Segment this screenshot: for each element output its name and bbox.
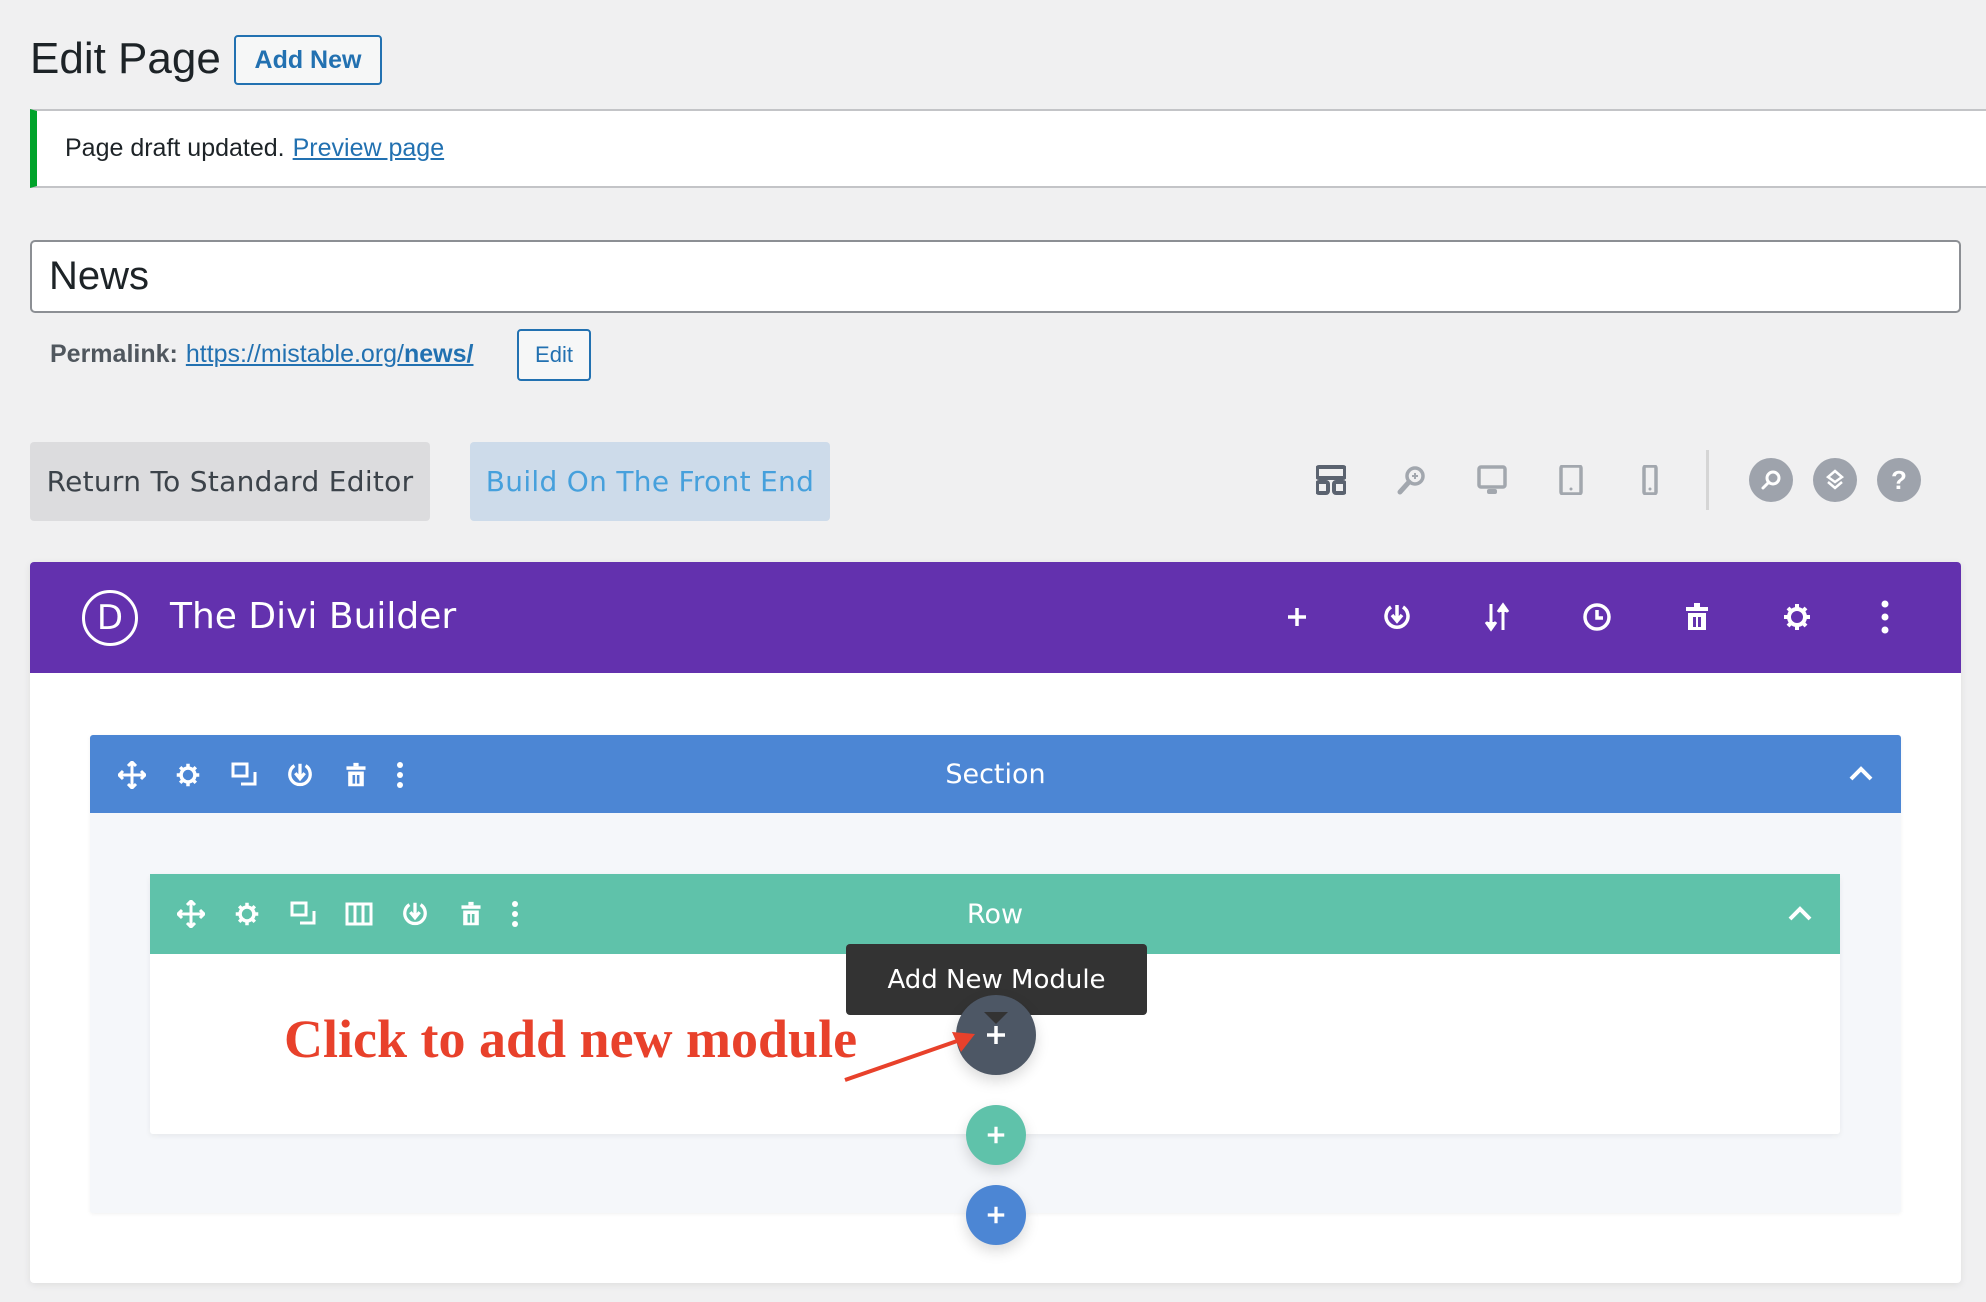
toolbar-divider <box>1706 450 1709 510</box>
edit-permalink-button[interactable]: Edit <box>517 329 591 381</box>
layers-icon[interactable] <box>1813 458 1857 502</box>
duplicate-icon[interactable] <box>227 758 261 792</box>
move-icon[interactable] <box>174 897 208 931</box>
search-icon[interactable] <box>1749 458 1793 502</box>
layout-icon[interactable] <box>1311 460 1351 500</box>
tablet-icon[interactable] <box>1551 460 1591 500</box>
add-row-button[interactable] <box>966 1105 1026 1165</box>
duplicate-icon[interactable] <box>286 897 320 931</box>
annotation-text: Click to add new module <box>284 1009 858 1069</box>
trash-icon[interactable] <box>454 897 488 931</box>
preview-page-link[interactable]: Preview page <box>293 134 444 163</box>
zoom-icon[interactable] <box>1391 460 1431 500</box>
plus-icon[interactable] <box>1277 597 1317 637</box>
divi-logo: D <box>82 590 138 646</box>
load-icon[interactable] <box>1377 597 1417 637</box>
more-icon[interactable] <box>510 897 520 931</box>
annotation-arrow <box>844 1032 975 1082</box>
build-front-end-button[interactable]: Build On The Front End <box>470 442 830 521</box>
more-icon[interactable] <box>395 758 405 792</box>
add-section-button[interactable] <box>966 1185 1026 1245</box>
gear-icon[interactable] <box>230 897 264 931</box>
collapse-section-chevron-icon[interactable] <box>1844 757 1878 791</box>
trash-icon[interactable] <box>1677 597 1717 637</box>
gear-icon[interactable] <box>171 758 205 792</box>
gear-icon[interactable] <box>1777 597 1817 637</box>
add-new-button[interactable]: Add New <box>234 35 382 85</box>
history-icon[interactable] <box>1577 597 1617 637</box>
help-icon[interactable]: ? <box>1877 458 1921 502</box>
desktop-icon[interactable] <box>1472 460 1512 500</box>
permalink: Permalink: https://mistable.org/news/ <box>50 340 473 369</box>
trash-icon[interactable] <box>339 758 373 792</box>
row-toolbar <box>174 897 520 931</box>
save-icon[interactable] <box>283 758 317 792</box>
divi-builder-title: The Divi Builder <box>170 596 457 637</box>
return-standard-editor-button[interactable]: Return To Standard Editor <box>30 442 430 521</box>
more-icon[interactable] <box>1865 597 1905 637</box>
collapse-row-chevron-icon[interactable] <box>1783 897 1817 931</box>
save-icon[interactable] <box>398 897 432 931</box>
section-toolbar <box>115 758 405 792</box>
notice-text: Page draft updated. <box>65 134 285 162</box>
page-title: Edit Page <box>30 34 221 83</box>
sort-icon[interactable] <box>1477 597 1517 637</box>
post-title-input[interactable]: News <box>30 240 1961 313</box>
phone-icon[interactable] <box>1630 460 1670 500</box>
columns-icon[interactable] <box>342 897 376 931</box>
permalink-link[interactable]: https://mistable.org/news/ <box>186 340 474 369</box>
notice-banner: Page draft updated. Preview page <box>30 109 1986 188</box>
permalink-label: Permalink: <box>50 340 178 368</box>
move-icon[interactable] <box>115 758 149 792</box>
